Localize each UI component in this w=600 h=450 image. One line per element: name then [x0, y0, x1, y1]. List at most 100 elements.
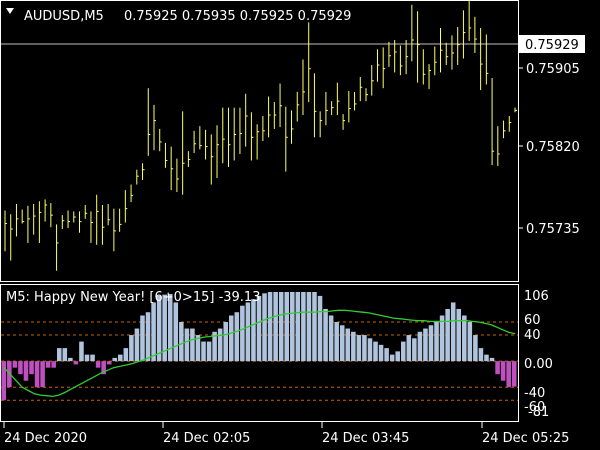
histogram-bar	[151, 302, 156, 362]
histogram-bar	[356, 335, 362, 362]
histogram-bar	[12, 361, 18, 368]
histogram-bar	[462, 315, 467, 362]
histogram-bar	[251, 299, 256, 362]
histogram-bar	[95, 361, 101, 368]
histogram-bar	[306, 292, 312, 362]
histogram-bar	[217, 328, 223, 362]
histogram-bar	[234, 312, 240, 362]
histogram-bar	[334, 322, 339, 362]
histogram-bar	[328, 315, 334, 362]
histogram-bar	[23, 361, 29, 381]
histogram-bar	[278, 292, 284, 362]
histogram-bar	[484, 354, 489, 362]
histogram-bar	[384, 348, 389, 362]
histogram-bar	[417, 331, 423, 362]
histogram-bar	[90, 354, 95, 362]
time-tick-label: 24 Dec 03:45	[322, 431, 409, 446]
indicator-axis-label: 40	[524, 328, 541, 343]
histogram-bar	[445, 308, 450, 362]
histogram-bar	[156, 295, 162, 362]
histogram-bar	[428, 325, 434, 362]
indicator-axis-label: -81	[528, 405, 549, 420]
histogram-bar	[18, 361, 23, 375]
histogram-bar	[73, 361, 79, 365]
histogram-bar	[84, 354, 90, 362]
histogram-bar	[1, 361, 7, 401]
histogram-bar	[134, 328, 140, 362]
histogram-bar	[228, 315, 234, 362]
histogram-bar	[301, 292, 306, 362]
histogram-bar	[295, 292, 301, 362]
histogram-bar	[439, 315, 445, 362]
histogram-bar	[145, 312, 151, 362]
histogram-bar	[140, 315, 145, 362]
histogram-bar	[406, 335, 412, 362]
price-tick-label: 0.75905	[526, 62, 580, 77]
histogram-bar	[62, 348, 68, 362]
histogram-bar	[489, 357, 495, 362]
histogram-bar	[389, 354, 395, 362]
time-tick-label: 24 Dec 2020	[4, 431, 87, 446]
time-tick-label: 24 Dec 05:25	[482, 431, 569, 446]
histogram-bar	[312, 292, 317, 362]
histogram-bar	[267, 292, 273, 362]
chart-window[interactable]: AUDUSD,M5 0.75925 0.75935 0.75925 0.7592…	[0, 0, 600, 450]
histogram-bar	[378, 344, 384, 362]
histogram-bar	[412, 338, 417, 362]
histogram-bar	[79, 341, 84, 362]
histogram-bar	[495, 361, 500, 375]
histogram-bar	[40, 361, 45, 388]
histogram-bar	[290, 292, 295, 362]
histogram-bar	[473, 335, 478, 362]
histogram-bar	[284, 292, 290, 362]
histogram-bar	[34, 361, 40, 388]
ohlc-values: 0.75925 0.75935 0.75925 0.75929	[124, 9, 351, 24]
histogram-bar	[434, 322, 439, 362]
histogram-bar	[400, 341, 406, 362]
histogram-bar	[500, 361, 506, 381]
indicator-axis-label: -40	[524, 386, 545, 401]
histogram-bar	[456, 308, 462, 362]
histogram-bar	[129, 335, 134, 362]
histogram-bar	[118, 354, 123, 362]
histogram-bar	[323, 308, 328, 362]
histogram-bar	[245, 302, 251, 362]
histogram-bar	[112, 357, 118, 362]
histogram-bar	[29, 361, 34, 375]
histogram-bar	[123, 348, 129, 362]
histogram-bar	[467, 322, 473, 362]
price-tick-label: 0.75820	[526, 140, 580, 155]
indicator-axis-label: 106	[524, 289, 549, 304]
histogram-bar	[51, 361, 56, 368]
histogram-bar	[511, 361, 517, 387]
indicator-axis-label: 60	[524, 313, 541, 328]
histogram-bar	[256, 295, 262, 362]
histogram-bar	[395, 351, 400, 362]
histogram-bar	[367, 338, 373, 362]
histogram-bar	[190, 328, 195, 362]
histogram-bar	[478, 348, 484, 362]
histogram-bar	[351, 331, 356, 362]
time-tick-label: 24 Dec 02:05	[163, 431, 250, 446]
price-tick-label: 0.75735	[526, 222, 580, 237]
histogram-bar	[262, 293, 267, 362]
histogram-bar	[273, 292, 278, 362]
histogram-bar	[362, 335, 367, 362]
histogram-bar	[345, 328, 351, 362]
indicator-axis-label: 0.00	[524, 357, 553, 372]
histogram-bar	[184, 328, 190, 362]
histogram-bar	[373, 341, 378, 362]
histogram-bar	[317, 295, 323, 362]
histogram-bar	[179, 322, 184, 362]
histogram-bar	[173, 302, 179, 362]
histogram-bar	[423, 328, 428, 362]
histogram-bar	[56, 348, 62, 362]
histogram-bar	[68, 357, 73, 362]
current-price-label: 0.75929	[525, 38, 579, 53]
histogram-bar	[223, 322, 228, 362]
histogram-bar	[506, 361, 511, 388]
histogram-bar	[240, 305, 245, 362]
histogram-bar	[450, 302, 456, 362]
histogram-bar	[45, 361, 51, 368]
indicator-label: M5: Happy New Year! [6+0>15] -39.13	[6, 290, 260, 305]
